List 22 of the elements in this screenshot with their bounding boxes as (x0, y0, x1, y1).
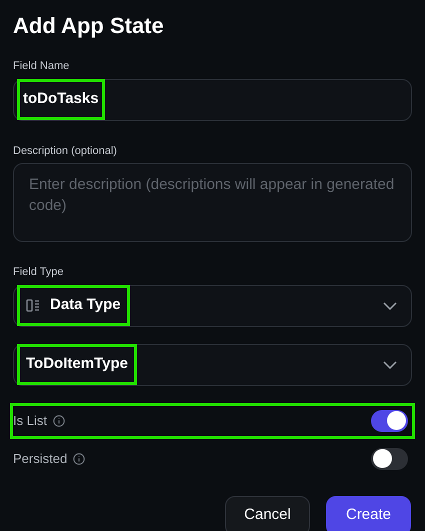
text-field[interactable]: toDoTasks (13, 78, 412, 120)
dialog-title: Add App State (13, 12, 165, 40)
info-icon (73, 452, 86, 464)
dropdown[interactable]: ToDoItemType (13, 344, 412, 386)
toggle-label: Is List (13, 412, 47, 430)
dropdown-value: Data Type (50, 295, 121, 316)
create-button[interactable]: Create (326, 496, 411, 531)
cancel-button[interactable]: Cancel (225, 496, 310, 531)
list-icon (26, 299, 40, 312)
field-label: Field Name (13, 59, 70, 74)
dropdown-value: ToDoItemType (26, 354, 128, 374)
dropdown[interactable]: Data Type (13, 284, 412, 326)
toggle-label: Persisted (13, 450, 68, 468)
toggle-switch[interactable] (371, 448, 408, 470)
field-label: Field Type (13, 265, 65, 280)
description-field[interactable]: Enter description (descriptions will appear in generated code) (13, 163, 412, 242)
chevron-down-icon (383, 302, 397, 310)
info-icon (52, 414, 65, 426)
chevron-down-icon (383, 360, 397, 368)
field-label: Description (optional) (13, 144, 118, 158)
toggle-switch[interactable] (371, 410, 408, 432)
field-value: toDoTasks (20, 82, 102, 117)
